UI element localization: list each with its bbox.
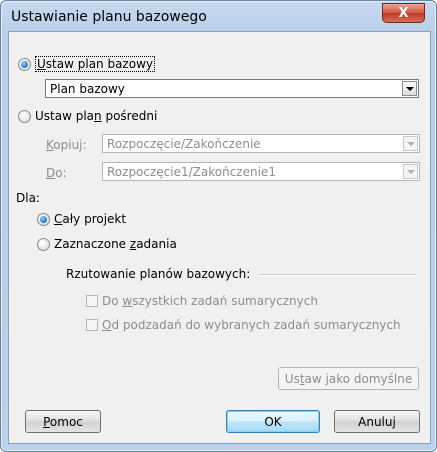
dialog-title: Ustawianie planu bazowego [11, 9, 207, 25]
ok-button[interactable]: OK [226, 410, 320, 433]
close-icon: X [398, 5, 409, 21]
checkbox-box [86, 295, 98, 307]
copy-from-dropdown[interactable]: Rozpoczęcie/Zakończenie [102, 134, 420, 153]
copy-into-value: Rozpoczęcie1/Zakończenie1 [107, 164, 276, 179]
chevron-down-icon[interactable] [402, 81, 417, 96]
close-button[interactable]: X [382, 3, 425, 23]
selected-tasks-label: Zaznaczone zadania [54, 237, 177, 251]
set-as-default-label: Ustaw jako domyślne [284, 371, 413, 386]
checkbox-box [86, 319, 98, 331]
copy-into-dropdown[interactable]: Rozpoczęcie1/Zakończenie1 [102, 162, 420, 181]
radio-indicator-checked [37, 212, 50, 226]
rollup-all-summary-checkbox[interactable]: Do wszystkich zadań sumarycznych [86, 294, 318, 308]
dialog-body: Ustaw plan bazowy Plan bazowy Ustaw plan… [8, 31, 431, 444]
selected-tasks-radio[interactable]: Zaznaczone zadania [37, 237, 177, 251]
for-label: Dla: [16, 191, 40, 205]
baseline-dropdown[interactable]: Plan bazowy [45, 79, 419, 98]
rollup-all-summary-label: Do wszystkich zadań sumarycznych [102, 294, 318, 308]
cancel-label: Anuluj [358, 414, 396, 429]
set-baseline-label: Ustaw plan bazowy [35, 56, 155, 72]
entire-project-radio[interactable]: Cały projekt [37, 212, 126, 226]
help-label: Pomoc [43, 414, 83, 429]
set-interim-label: Ustaw plan pośredni [35, 109, 158, 123]
copy-from-value: Rozpoczęcie/Zakończenie [107, 136, 261, 151]
set-interim-radio[interactable]: Ustaw plan pośredni [18, 109, 157, 123]
rollup-divider [259, 274, 417, 276]
copy-label: Kopiuj: [46, 138, 87, 152]
set-as-default-button[interactable]: Ustaw jako domyślne [278, 367, 419, 390]
dialog-window: Ustawianie planu bazowego X Ustaw plan b… [0, 0, 437, 452]
rollup-group-title: Rzutowanie planów bazowych: [66, 267, 251, 281]
baseline-dropdown-value: Plan bazowy [50, 81, 125, 96]
into-label: Do: [46, 166, 67, 180]
ok-label: OK [264, 414, 282, 429]
cancel-button[interactable]: Anuluj [334, 410, 420, 433]
entire-project-label: Cały projekt [54, 212, 127, 226]
rollup-subtasks-label: Od podzadań do wybranych zadań sumaryczn… [102, 318, 401, 332]
rollup-subtasks-checkbox[interactable]: Od podzadań do wybranych zadań sumaryczn… [86, 318, 401, 332]
help-button[interactable]: Pomoc [25, 410, 101, 433]
radio-indicator [37, 237, 50, 251]
chevron-down-icon[interactable] [403, 136, 418, 151]
set-baseline-radio[interactable]: Ustaw plan bazowy [18, 56, 155, 72]
radio-indicator [18, 109, 31, 123]
radio-indicator-checked [18, 57, 31, 71]
chevron-down-icon[interactable] [403, 164, 418, 179]
